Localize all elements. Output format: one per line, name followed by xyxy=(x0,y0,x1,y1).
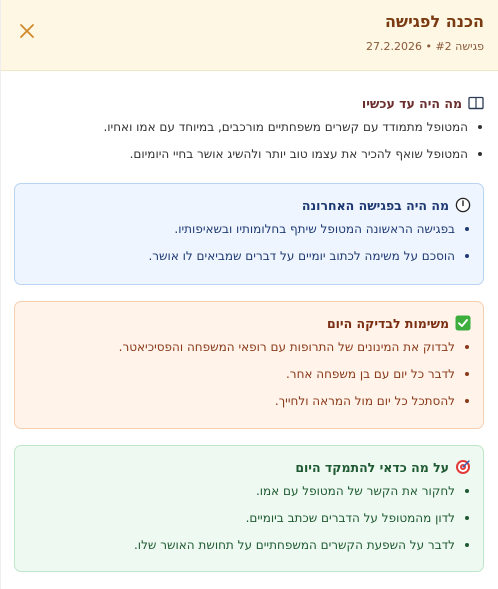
list-item: המטופל שואף להכיר את עצמו טוב יותר ולהשי… xyxy=(15,147,484,161)
card-tasks: משימות לבדיקה היום לבדוק את המינונים של … xyxy=(14,301,484,429)
card-last-meeting-heading: מה היה בפגישה האחרונה xyxy=(27,196,471,214)
list-item: לבדוק את המינונים של התרופות עם רופאי המ… xyxy=(27,340,471,354)
last-meeting-list: בפגישה הראשונה המטופל שיתף בחלומותיו ובש… xyxy=(27,222,471,263)
card-last-meeting: מה היה בפגישה האחרונה בפגישה הראשונה המט… xyxy=(14,183,484,285)
tasks-list: לבדוק את המינונים של התרופות עם רופאי המ… xyxy=(27,340,471,408)
meeting-prep-panel: הכנה לפגישה פגישה #2 • 27.2.2026 מה היה … xyxy=(0,0,498,589)
panel-title: הכנה לפגישה xyxy=(384,12,484,31)
card-tasks-title: משימות לבדיקה היום xyxy=(326,315,449,331)
card-tasks-heading: משימות לבדיקה היום xyxy=(27,314,471,332)
list-item: המטופל מתמודד עם קשרים משפחתיים מורכבים,… xyxy=(15,120,484,134)
list-item: לחקור את הקשר של המטופל עם אמו. xyxy=(27,484,471,498)
list-item: הוסכם על משימה לכתוב יומיים על דברים שמב… xyxy=(27,249,471,263)
so-far-list: המטופל מתמודד עם קשרים משפחתיים מורכבים,… xyxy=(15,120,484,161)
meeting-subtitle: פגישה #2 • 27.2.2026 xyxy=(365,40,484,53)
section-so-far-title: מה היה עד עכשיו xyxy=(361,95,462,111)
focus-list: לחקור את הקשר של המטופל עם אמו. לדון מהמ… xyxy=(27,484,471,552)
section-so-far-heading: מה היה עד עכשיו xyxy=(15,94,484,112)
list-item: לדון מהמטופל על הדברים שכתב ביומיים. xyxy=(27,511,471,525)
list-item: לדבר על השפעת הקשרים המשפחתיים על תחושת … xyxy=(27,538,471,552)
clock-icon xyxy=(455,197,471,213)
card-last-meeting-title: מה היה בפגישה האחרונה xyxy=(301,197,449,213)
section-so-far: מה היה עד עכשיו המטופל מתמודד עם קשרים מ… xyxy=(15,94,484,174)
list-item: לדבר כל יום עם בן משפחה אחר. xyxy=(27,367,471,381)
card-focus-heading: על מה כדאי להתמקד היום xyxy=(27,458,471,476)
card-focus-title: על מה כדאי להתמקד היום xyxy=(295,459,449,475)
list-item: בפגישה הראשונה המטופל שיתף בחלומותיו ובש… xyxy=(27,222,471,236)
close-button[interactable] xyxy=(18,22,36,40)
list-item: להסתכל כל יום מול המראה ולחייך. xyxy=(27,394,471,408)
panel-header: הכנה לפגישה פגישה #2 • 27.2.2026 xyxy=(1,0,498,71)
close-icon xyxy=(20,24,34,38)
card-focus: על מה כדאי להתמקד היום לחקור את הקשר של … xyxy=(14,445,484,572)
book-icon xyxy=(468,95,484,111)
target-icon xyxy=(455,459,471,475)
checkbox-icon xyxy=(455,315,471,331)
